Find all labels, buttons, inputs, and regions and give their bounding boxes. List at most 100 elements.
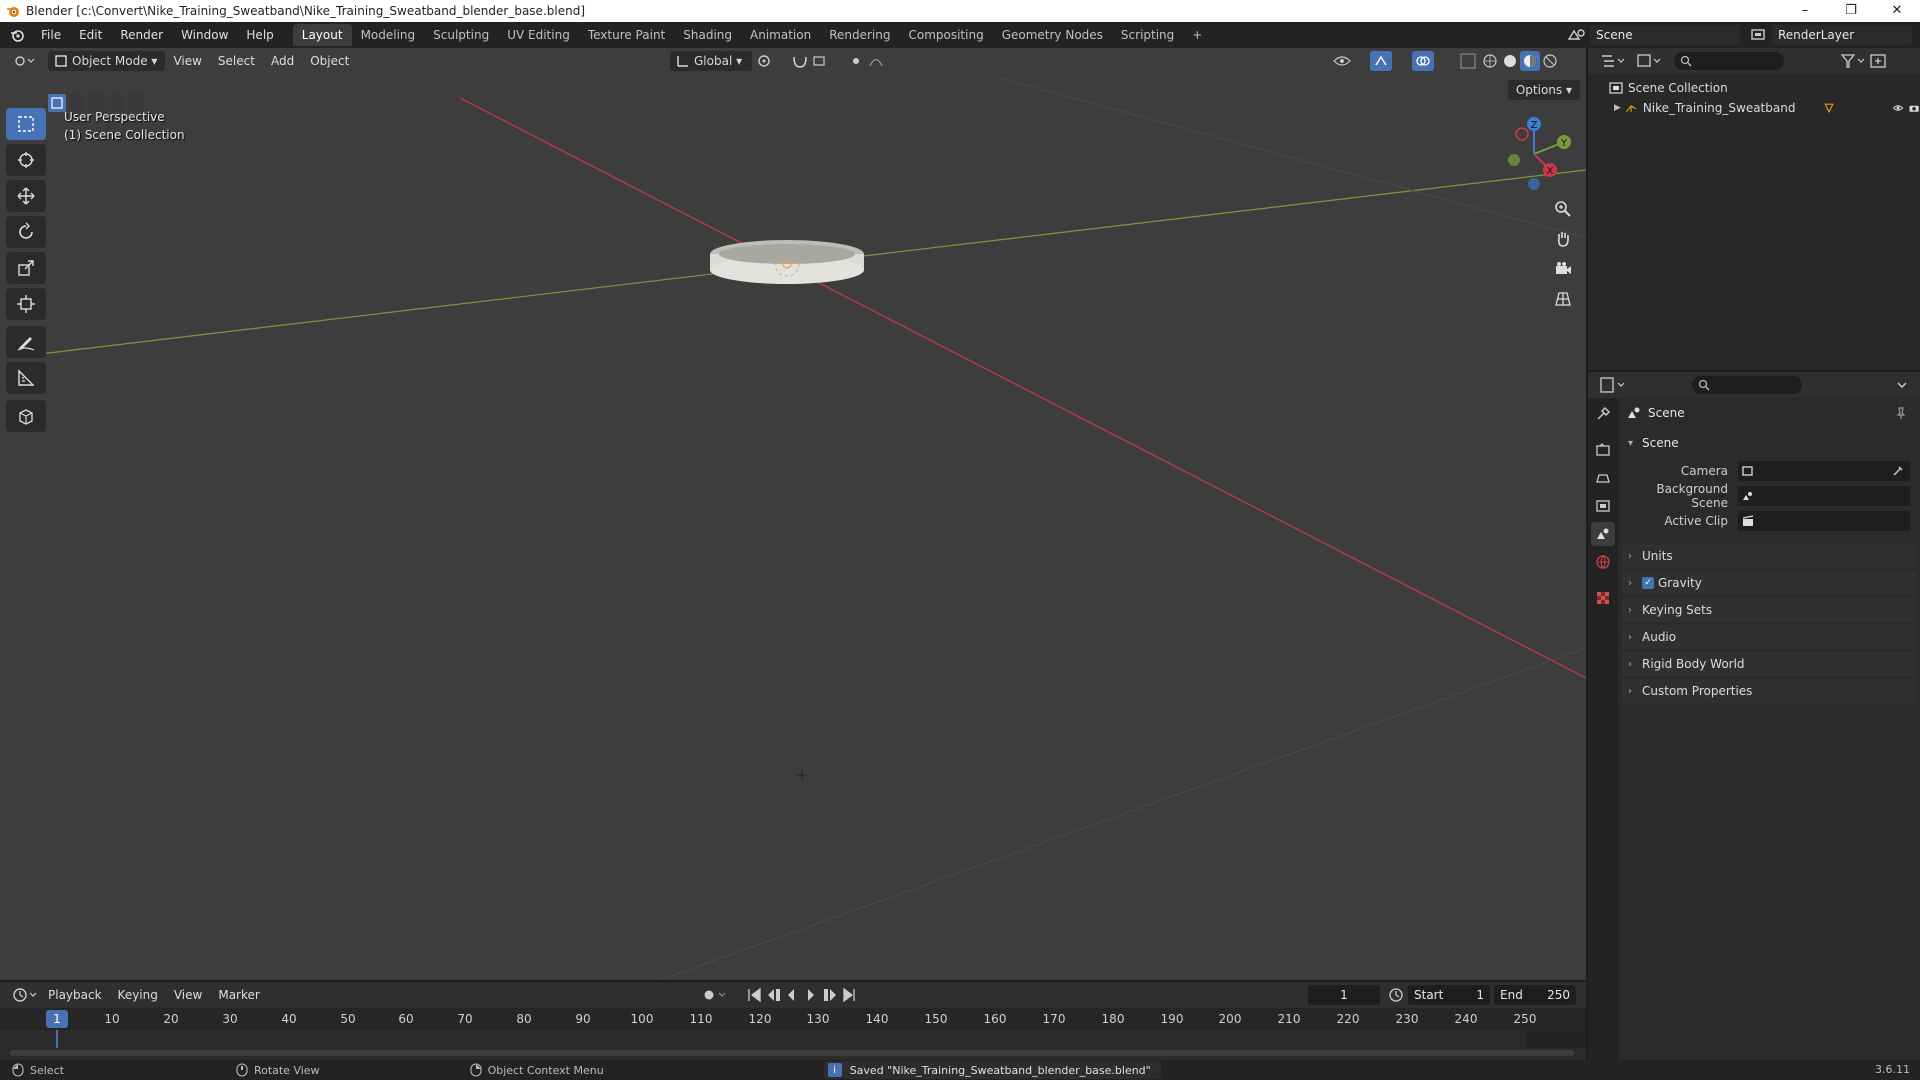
outliner-item-row[interactable]: ▶ Nike_Training_Sweatband (1588, 98, 1920, 118)
move-tool[interactable] (6, 180, 46, 212)
overlay-toggle-icon[interactable] (1412, 51, 1446, 71)
menu-edit[interactable]: Edit (70, 28, 111, 42)
active-clip-field[interactable] (1738, 510, 1910, 531)
new-collection-icon[interactable] (1868, 51, 1888, 71)
view-layer-icon[interactable] (1746, 25, 1772, 45)
pin-icon[interactable] (1894, 406, 1908, 420)
eyedropper-icon[interactable] (1892, 465, 1904, 477)
camera-field[interactable] (1738, 460, 1910, 481)
properties-search-input[interactable] (1692, 376, 1802, 394)
scale-tool[interactable] (6, 252, 46, 284)
timeline-ruler[interactable]: 1 10 20 30 40 50 60 70 80 90 100 110 120… (0, 1008, 1586, 1030)
minimize-button[interactable]: – (1782, 0, 1828, 22)
tab-texture-paint[interactable]: Texture Paint (579, 24, 674, 46)
blender-menu-icon[interactable] (4, 25, 32, 45)
menu-window[interactable]: Window (172, 28, 237, 42)
viewport-menu-object[interactable]: Object (302, 54, 357, 68)
add-cube-tool[interactable] (6, 400, 46, 432)
perspective-toggle-button[interactable] (1550, 286, 1576, 312)
outliner-scene-collection-row[interactable]: Scene Collection (1588, 78, 1920, 98)
select-box-tool[interactable] (6, 108, 46, 140)
gravity-checkbox[interactable]: ✓ (1642, 577, 1654, 589)
display-mode-icon[interactable] (1634, 51, 1664, 71)
rigid-body-world-panel[interactable]: › Rigid Body World (1622, 652, 1916, 676)
tab-rendering[interactable]: Rendering (820, 24, 899, 46)
eye-visibility-icon[interactable] (1892, 101, 1904, 115)
snap-icon[interactable] (790, 51, 840, 71)
keying-sets-panel[interactable]: › Keying Sets (1622, 598, 1916, 622)
chevron-down-icon[interactable] (1894, 377, 1910, 393)
cursor-tool[interactable] (6, 144, 46, 176)
tab-geometry-nodes[interactable]: Geometry Nodes (993, 24, 1112, 46)
tab-sculpting[interactable]: Sculpting (424, 24, 498, 46)
expand-arrow-icon[interactable]: ▶ (1614, 103, 1625, 113)
tab-tool[interactable] (1591, 402, 1615, 426)
outliner-search-input[interactable] (1674, 52, 1784, 70)
tab-scene[interactable] (1591, 522, 1615, 546)
sweatband-object[interactable] (710, 240, 864, 284)
tab-scripting[interactable]: Scripting (1112, 24, 1183, 46)
pan-button[interactable] (1550, 226, 1576, 252)
menu-render[interactable]: Render (111, 28, 172, 42)
gizmo-toggle-icon[interactable] (1370, 51, 1404, 71)
units-panel[interactable]: › Units (1622, 544, 1916, 568)
mode-selector[interactable]: Object Mode ▾ (48, 51, 166, 71)
xray-toggle-icon[interactable] (1458, 51, 1478, 71)
timeline-menu-view[interactable]: View (166, 988, 210, 1002)
shading-solid-icon[interactable] (1500, 51, 1520, 71)
add-workspace-button[interactable]: + (1183, 24, 1211, 46)
viewport-menu-add[interactable]: Add (263, 54, 302, 68)
tab-render[interactable] (1591, 438, 1615, 462)
shading-material-icon[interactable] (1520, 51, 1540, 71)
menu-file[interactable]: File (32, 28, 70, 42)
tab-layout[interactable]: Layout (292, 24, 352, 46)
maximize-button[interactable]: ❐ (1828, 0, 1874, 22)
transform-tool[interactable] (6, 288, 46, 320)
tab-modeling[interactable]: Modeling (352, 24, 425, 46)
viewport-menu-select[interactable]: Select (210, 54, 263, 68)
preview-range-icon[interactable] (1386, 985, 1406, 1005)
annotate-tool[interactable] (6, 326, 46, 358)
visibility-icon[interactable] (1330, 51, 1360, 71)
viewport-menu-view[interactable]: View (165, 54, 209, 68)
timeline-body[interactable] (0, 1030, 1586, 1060)
scene-icon[interactable] (1564, 25, 1590, 45)
shading-wireframe-icon[interactable] (1480, 51, 1500, 71)
object-data-filter-icon[interactable] (1823, 101, 1835, 115)
timeline-editor-icon[interactable] (10, 985, 40, 1005)
navigation-gizmo[interactable]: Z Y X (1494, 114, 1574, 194)
gravity-panel[interactable]: › ✓ Gravity (1622, 571, 1916, 595)
timeline-menu-keying[interactable]: Keying (110, 988, 166, 1002)
audio-panel[interactable]: › Audio (1622, 625, 1916, 649)
camera-render-visibility-icon[interactable] (1908, 101, 1920, 115)
tab-output[interactable] (1591, 466, 1615, 490)
outliner-editor-icon[interactable] (1598, 51, 1628, 71)
3d-viewport[interactable]: Object Mode ▾ View Select Add Object Glo… (0, 48, 1586, 980)
editor-type-icon[interactable] (10, 51, 40, 71)
tab-view-layer[interactable] (1591, 494, 1615, 518)
tab-texture[interactable] (1591, 586, 1615, 610)
timeline-menu-marker[interactable]: Marker (210, 988, 267, 1002)
background-scene-field[interactable] (1738, 485, 1910, 506)
view-layer-selector[interactable]: RenderLayer (1772, 25, 1912, 45)
close-button[interactable]: ✕ (1874, 0, 1920, 22)
record-icon[interactable] (700, 985, 730, 1005)
tab-world[interactable] (1591, 550, 1615, 574)
transform-orientation-selector[interactable]: Global ▾ (670, 51, 753, 71)
scene-selector[interactable]: Scene (1590, 25, 1740, 45)
camera-view-button[interactable] (1550, 256, 1576, 282)
scene-panel-header[interactable]: ▾ Scene (1622, 428, 1916, 458)
measure-tool[interactable] (6, 362, 46, 394)
tab-compositing[interactable]: Compositing (899, 24, 992, 46)
shading-rendered-icon[interactable] (1540, 51, 1560, 71)
pivot-icon[interactable] (754, 51, 784, 71)
properties-editor-icon[interactable] (1598, 375, 1628, 395)
options-dropdown[interactable]: Options ▾ (1507, 80, 1580, 100)
zoom-button[interactable] (1550, 196, 1576, 222)
menu-help[interactable]: Help (237, 28, 282, 42)
rotate-tool[interactable] (6, 216, 46, 248)
timeline-scrollbar[interactable] (10, 1050, 1574, 1056)
start-frame-field[interactable]: Start 1 (1408, 985, 1490, 1005)
end-frame-field[interactable]: End 250 (1494, 985, 1576, 1005)
playback-controls[interactable] (746, 985, 866, 1005)
